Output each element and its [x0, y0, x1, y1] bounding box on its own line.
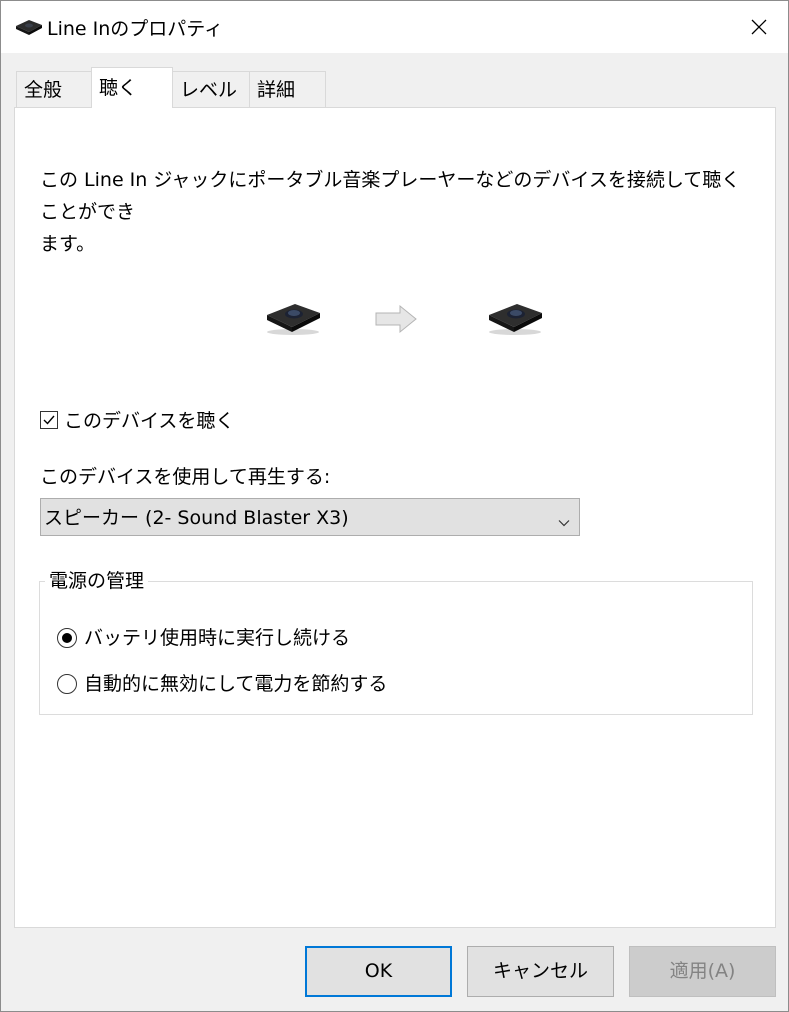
ok-button[interactable]: OK	[305, 946, 452, 997]
source-device-icon	[265, 298, 321, 336]
close-icon	[751, 19, 767, 35]
sound-device-icon	[15, 17, 43, 37]
listen-checkbox[interactable]	[40, 411, 58, 429]
chevron-down-icon	[558, 512, 570, 531]
tab-levels[interactable]: レベル	[172, 71, 250, 107]
listen-description: この Line In ジャックにポータブル音楽プレーヤーなどのデバイスを接続して…	[40, 164, 755, 260]
cancel-button[interactable]: キャンセル	[467, 946, 614, 997]
check-icon	[43, 415, 55, 425]
radio-selected-dot	[62, 633, 72, 643]
tab-general[interactable]: 全般	[16, 71, 92, 107]
apply-button[interactable]: 適用(A)	[629, 946, 776, 997]
playback-device-label: このデバイスを使用して再生する:	[40, 466, 331, 488]
power-management-group: 電源の管理 バッテリ使用時に実行し続ける 自動的に無効にして電力を節約する	[39, 568, 753, 715]
playback-device-value: スピーカー (2- Sound Blaster X3)	[44, 507, 349, 529]
radio-button[interactable]	[57, 628, 77, 648]
power-management-legend: 電源の管理	[45, 568, 149, 594]
arrow-right-icon	[374, 304, 420, 334]
description-line: この Line In ジャックにポータブル音楽プレーヤーなどのデバイスを接続して…	[40, 169, 741, 223]
tab-advanced[interactable]: 詳細	[249, 71, 326, 107]
radio-label[interactable]: バッテリ使用時に実行し続ける	[84, 625, 350, 651]
radio-label[interactable]: 自動的に無効にして電力を節約する	[84, 671, 387, 697]
title-bar: Line Inのプロパティ	[1, 1, 788, 53]
description-line: ます。	[40, 233, 96, 255]
radio-button[interactable]	[57, 674, 77, 694]
target-device-icon	[487, 298, 543, 336]
window-title: Line Inのプロパティ	[47, 18, 224, 40]
properties-dialog: Line Inのプロパティ 全般 聴く レベル 詳細 この Line In ジャ…	[0, 0, 789, 1012]
playback-device-select[interactable]: スピーカー (2- Sound Blaster X3)	[40, 498, 580, 536]
tab-listen[interactable]: 聴く	[91, 67, 173, 108]
listen-checkbox-label[interactable]: このデバイスを聴く	[64, 408, 234, 434]
listen-tab-panel: この Line In ジャックにポータブル音楽プレーヤーなどのデバイスを接続して…	[14, 107, 776, 928]
close-button[interactable]	[730, 1, 788, 53]
